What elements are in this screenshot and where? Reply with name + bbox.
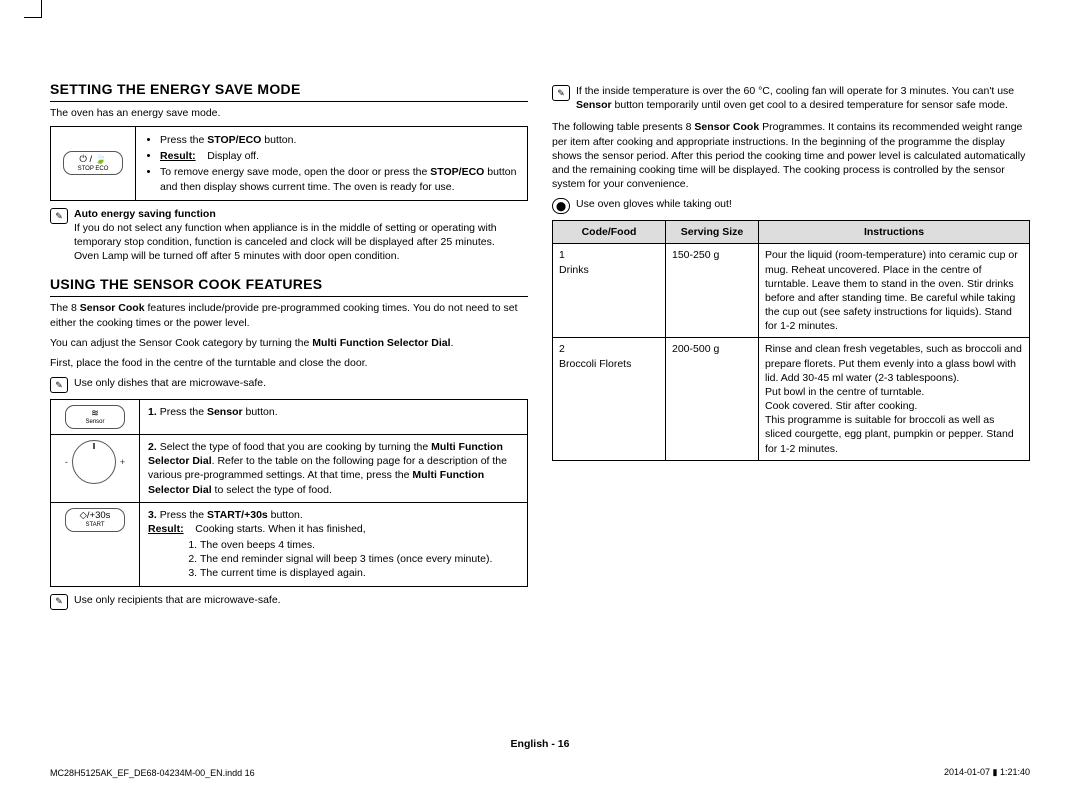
table-row: 1Drinks 150-250 g Pour the liquid (room-… bbox=[553, 244, 1030, 338]
dial-illustration: - + bbox=[51, 435, 140, 503]
sensor-intro-2: You can adjust the Sensor Cook category … bbox=[50, 336, 528, 350]
glove-icon: ⬤ bbox=[552, 198, 570, 214]
oven-gloves-note: ⬤ Use oven gloves while taking out! bbox=[552, 197, 1030, 214]
sensor-intro-3: First, place the food in the centre of t… bbox=[50, 356, 528, 370]
note-icon: ✎ bbox=[552, 85, 570, 101]
energy-step-result: Result: Display off. bbox=[160, 149, 519, 163]
step-1: 1. Press the Sensor button. bbox=[140, 400, 528, 435]
right-intro: The following table presents 8 Sensor Co… bbox=[552, 120, 1030, 191]
page-number: English - 16 bbox=[0, 738, 1080, 750]
energy-save-box: ⏻ / 🍃 STOP ECO Press the STOP/ECO button… bbox=[50, 126, 528, 201]
energy-step-press: Press the STOP/ECO button. bbox=[160, 133, 519, 147]
th-instructions: Instructions bbox=[759, 221, 1030, 244]
sensor-intro-1: The 8 Sensor Cook features include/provi… bbox=[50, 301, 528, 329]
microwave-safe-note-2: ✎ Use only recipients that are microwave… bbox=[50, 593, 528, 610]
step-3: 3. Press the START/+30s button. Result: … bbox=[140, 502, 528, 586]
temp-note: ✎ If the inside temperature is over the … bbox=[552, 84, 1030, 112]
energy-save-intro: The oven has an energy save mode. bbox=[50, 106, 528, 120]
table-row: 2Broccoli Florets 200-500 g Rinse and cl… bbox=[553, 338, 1030, 460]
energy-step-remove: To remove energy save mode, open the doo… bbox=[160, 165, 519, 193]
start-button-illustration: ◇/+30s START bbox=[51, 502, 140, 586]
th-code: Code/Food bbox=[553, 221, 666, 244]
th-size: Serving Size bbox=[666, 221, 759, 244]
heading-sensor-cook: USING THE SENSOR COOK FEATURES bbox=[50, 275, 528, 297]
step-2: 2. Select the type of food that you are … bbox=[140, 435, 528, 503]
note-icon: ✎ bbox=[50, 208, 68, 224]
auto-energy-note: ✎ Auto energy saving function If you do … bbox=[50, 207, 528, 264]
footer-timestamp: 2014-01-07 ▮ 1:21:40 bbox=[944, 767, 1030, 778]
sensor-steps-table: ≋ Sensor 1. Press the Sensor button. - + bbox=[50, 399, 528, 587]
microwave-safe-note-1: ✎ Use only dishes that are microwave-saf… bbox=[50, 376, 528, 393]
left-column: SETTING THE ENERGY SAVE MODE The oven ha… bbox=[50, 80, 528, 614]
footer-filename: MC28H5125AK_EF_DE68-04234M-00_EN.indd 16 bbox=[50, 768, 255, 778]
stop-eco-button-illustration: ⏻ / 🍃 STOP ECO bbox=[51, 127, 136, 200]
note-icon: ✎ bbox=[50, 594, 68, 610]
right-column: ✎ If the inside temperature is over the … bbox=[552, 80, 1030, 614]
heading-energy-save: SETTING THE ENERGY SAVE MODE bbox=[50, 80, 528, 102]
sensor-cook-table: Code/Food Serving Size Instructions 1Dri… bbox=[552, 220, 1030, 461]
note-icon: ✎ bbox=[50, 377, 68, 393]
sensor-button-illustration: ≋ Sensor bbox=[51, 400, 140, 435]
